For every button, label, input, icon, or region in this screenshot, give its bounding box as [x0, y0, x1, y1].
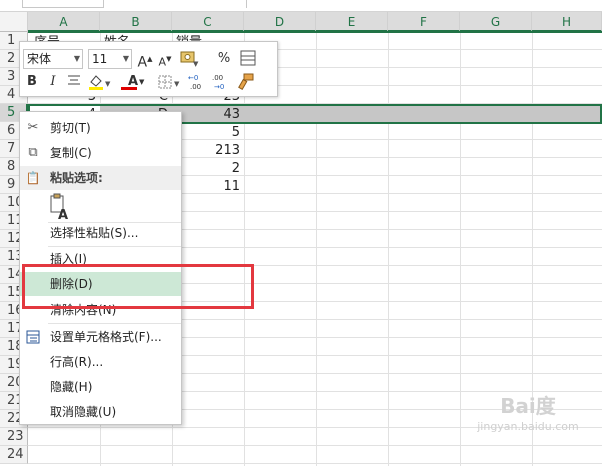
- percent-button[interactable]: %: [215, 49, 233, 69]
- borders-icon: ▼: [158, 75, 180, 89]
- chevron-down-icon: ▼: [139, 78, 145, 86]
- menu-item-paste-special[interactable]: 选择性粘贴(S)...: [20, 221, 181, 245]
- comma-style-button[interactable]: [238, 49, 258, 69]
- italic-label: I: [50, 74, 56, 89]
- menu-item-label: 取消隐藏(U): [50, 405, 117, 419]
- row-header-23[interactable]: 23: [0, 428, 28, 446]
- formula-input[interactable]: [246, 0, 602, 8]
- font-name-value: 宋体: [27, 52, 52, 66]
- svg-text:.00: .00: [190, 83, 201, 91]
- menu-item-label: 设置单元格格式(F)...: [50, 330, 162, 344]
- menu-item-label: 复制(C): [50, 146, 92, 160]
- menu-header-paste-options: 📋 粘贴选项:: [20, 166, 181, 190]
- column-header-c[interactable]: C: [172, 12, 244, 32]
- grid-line: [244, 32, 245, 466]
- column-header-b[interactable]: B: [100, 12, 172, 32]
- selection-border: [28, 31, 602, 33]
- align-center-icon: [68, 75, 80, 85]
- column-header-g[interactable]: G: [460, 12, 532, 32]
- cell-c7[interactable]: 213: [174, 142, 240, 159]
- svg-text:→0: →0: [214, 83, 224, 91]
- grid-line: [316, 32, 317, 466]
- font-color-button[interactable]: A ▼: [120, 72, 146, 92]
- menu-item-label: 隐藏(H): [50, 380, 93, 394]
- column-header-e[interactable]: E: [316, 12, 388, 32]
- font-size-select[interactable]: 11 ▼: [88, 49, 132, 69]
- format-painter-button[interactable]: [236, 72, 256, 92]
- svg-text:▼: ▼: [174, 80, 180, 88]
- formula-bar: [0, 0, 602, 12]
- menu-item-label: 剪切(T): [50, 121, 91, 135]
- accounting-format-icon: ▼: [180, 51, 199, 68]
- paste-values-icon: A: [50, 193, 68, 223]
- cell-c9[interactable]: 11: [174, 178, 240, 195]
- menu-item-copy[interactable]: ⧉ 复制(C): [20, 141, 181, 165]
- grid-line: [28, 463, 602, 464]
- borders-button[interactable]: ▼: [156, 72, 182, 92]
- grow-font-label: A: [137, 54, 148, 71]
- chevron-down-icon: ▼: [73, 54, 80, 63]
- menu-item-label: 行高(R)...: [50, 355, 104, 369]
- svg-text:.00: .00: [212, 74, 223, 82]
- font-name-select[interactable]: 宋体 ▼: [23, 49, 83, 69]
- font-size-value: 11: [92, 52, 108, 66]
- annotation-highlight-box: [22, 264, 254, 309]
- shrink-font-label: A: [158, 55, 167, 69]
- row-header-24[interactable]: 24: [0, 446, 28, 464]
- column-header-a[interactable]: A: [28, 12, 100, 32]
- name-box[interactable]: [22, 0, 104, 8]
- copy-icon: ⧉: [28, 145, 38, 160]
- menu-header-label: 粘贴选项:: [50, 171, 103, 185]
- menu-item-cut[interactable]: ✂ 剪切(T): [20, 116, 181, 140]
- align-center-button[interactable]: [65, 72, 83, 92]
- baidu-watermark: Bai度 jingyan.baidu.com: [458, 392, 598, 462]
- decrease-decimal-icon: .00→0: [212, 74, 224, 91]
- clipboard-icon: 📋: [25, 171, 41, 185]
- column-header-h[interactable]: H: [532, 12, 602, 32]
- svg-text:←0: ←0: [188, 74, 198, 82]
- menu-item-label: 选择性粘贴(S)...: [50, 226, 139, 240]
- bold-button[interactable]: B: [23, 72, 41, 92]
- chevron-down-icon: ▼: [122, 54, 129, 63]
- watermark-subtitle: jingyan.baidu.com: [477, 420, 579, 433]
- watermark-title: Bai度: [500, 394, 556, 418]
- increase-decimal-icon: ←0.00: [188, 74, 201, 91]
- menu-item-format-cells[interactable]: 设置单元格格式(F)...: [20, 325, 181, 349]
- grid-line: [388, 32, 389, 466]
- decrease-decimal-button[interactable]: .00 →0: [212, 72, 232, 92]
- comma-style-icon: [240, 50, 256, 66]
- fill-bucket-icon: ▼: [89, 75, 111, 90]
- menu-item-hide[interactable]: 隐藏(H): [20, 375, 181, 399]
- bold-label: B: [27, 74, 37, 89]
- column-header-f[interactable]: F: [388, 12, 460, 32]
- cell-c5[interactable]: 43: [174, 106, 240, 123]
- svg-text:A: A: [58, 208, 68, 220]
- format-painter-icon: [238, 73, 254, 91]
- format-cells-icon: [24, 325, 42, 353]
- increase-decimal-button[interactable]: ←0.00: [188, 72, 208, 92]
- mini-toolbar: 宋体 ▼ 11 ▼ A▲ A▼ ▼ % B I ▼ A ▼ ▼ ←0.00 .0…: [19, 41, 278, 97]
- select-all-corner[interactable]: [0, 12, 28, 32]
- percent-label: %: [217, 51, 231, 66]
- menu-item-unhide[interactable]: 取消隐藏(U): [20, 400, 181, 424]
- column-header-bar: A B C D E F G H: [0, 12, 602, 32]
- column-header-d[interactable]: D: [244, 12, 316, 32]
- menu-separator: [48, 323, 181, 324]
- paste-values-button[interactable]: A: [48, 192, 74, 223]
- font-color-swatch: [121, 87, 137, 90]
- cell-c6[interactable]: 5: [174, 124, 240, 141]
- menu-item-row-height[interactable]: 行高(R)...: [20, 350, 181, 374]
- decrease-font-button[interactable]: A▼: [156, 49, 174, 69]
- cell-c8[interactable]: 2: [174, 160, 240, 177]
- scissors-icon: ✂: [27, 120, 39, 135]
- increase-font-button[interactable]: A▲: [136, 49, 154, 71]
- fill-color-button[interactable]: ▼: [87, 72, 113, 92]
- italic-button[interactable]: I: [44, 72, 62, 92]
- number-format-button[interactable]: ▼: [177, 49, 201, 69]
- svg-text:▼: ▼: [193, 60, 199, 67]
- svg-text:▼: ▼: [105, 80, 111, 88]
